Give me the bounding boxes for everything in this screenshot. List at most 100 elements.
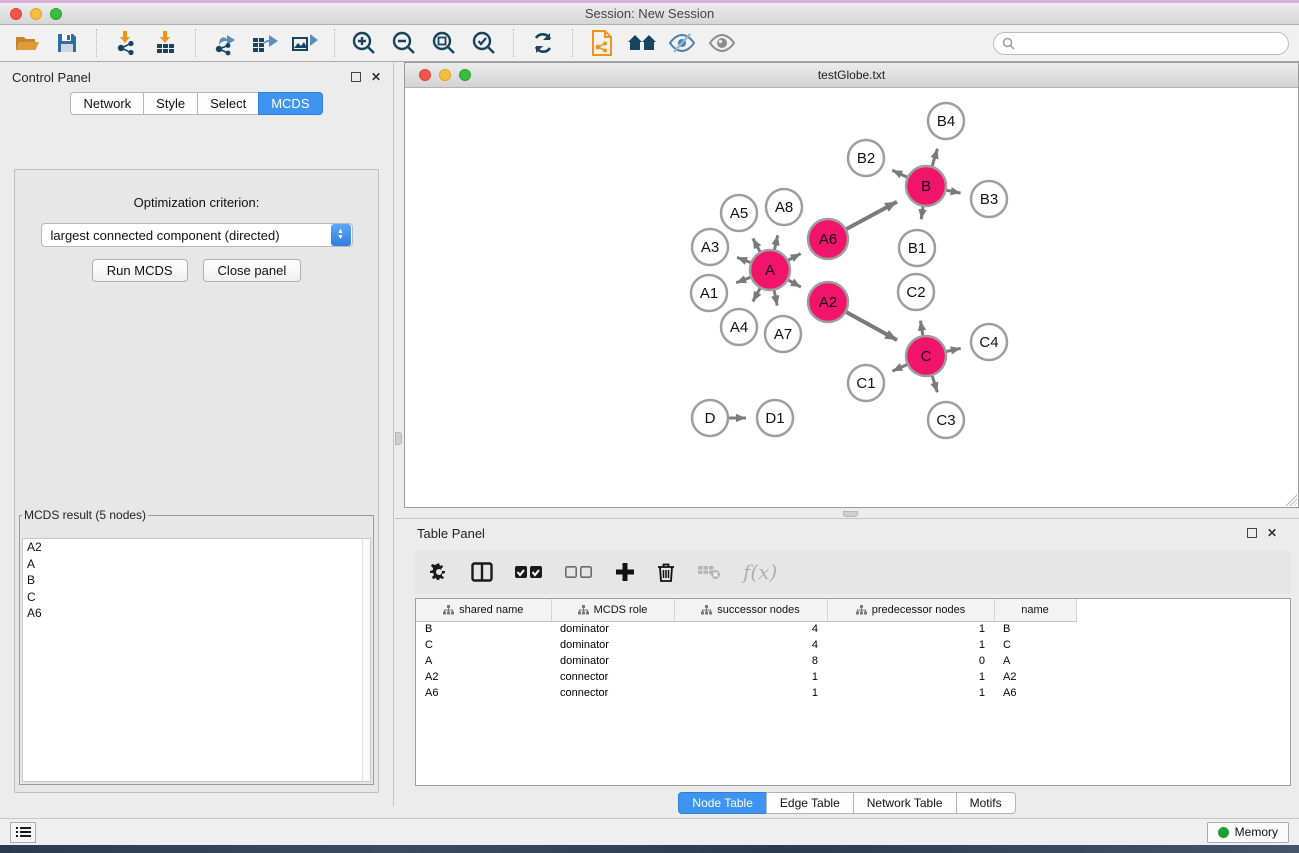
deselect-all-button[interactable] (565, 558, 593, 586)
zoom-network-button[interactable] (459, 69, 471, 81)
close-panel-icon[interactable]: ✕ (371, 71, 381, 83)
memory-button[interactable]: Memory (1207, 822, 1289, 843)
optimization-criterion-select[interactable]: largest connected component (directed) ▲… (41, 223, 353, 247)
table-cell[interactable]: A (994, 653, 1076, 669)
close-window-button[interactable] (10, 8, 22, 20)
mcds-result-list[interactable]: A2ABCA6 (22, 538, 371, 782)
export-image-button[interactable] (288, 28, 322, 58)
float-table-panel-icon[interactable] (1247, 528, 1257, 538)
table-cell[interactable]: dominator (551, 621, 674, 637)
close-table-panel-icon[interactable]: ✕ (1267, 527, 1277, 539)
table-cell[interactable]: A (416, 653, 551, 669)
run-mcds-button[interactable]: Run MCDS (92, 259, 188, 282)
result-item[interactable]: C (23, 589, 370, 606)
minimize-network-button[interactable] (439, 69, 451, 81)
show-all-button[interactable] (705, 28, 739, 58)
column-header-predecessor-nodes[interactable]: predecessor nodes (827, 599, 994, 621)
table-cell[interactable]: dominator (551, 637, 674, 653)
table-cell[interactable]: B (994, 621, 1076, 637)
column-header-shared-name[interactable]: shared name (416, 599, 551, 621)
network-canvas[interactable]: B4B2BB3A5A8A6B1A3AA1C2A2A4A7C4CC1C3DD1 (405, 89, 1298, 507)
column-header-successor-nodes[interactable]: successor nodes (674, 599, 827, 621)
zoom-window-button[interactable] (50, 8, 62, 20)
horizontal-divider-handle[interactable] (843, 511, 858, 517)
float-panel-icon[interactable] (351, 72, 361, 82)
split-table-button[interactable] (471, 558, 493, 586)
tab-select[interactable]: Select (197, 92, 258, 115)
result-list-scrollbar[interactable] (362, 539, 370, 781)
zoom-out-button[interactable] (387, 28, 421, 58)
search-input[interactable] (1019, 36, 1280, 50)
table-cell[interactable]: 4 (674, 637, 827, 653)
node-label-A4: A4 (730, 319, 748, 336)
network-window-titlebar[interactable]: testGlobe.txt (405, 63, 1298, 88)
result-item[interactable]: A (23, 556, 370, 573)
table-cell[interactable]: 1 (674, 685, 827, 701)
import-network-button[interactable] (109, 28, 143, 58)
table-cell[interactable]: 0 (827, 653, 994, 669)
table-cell[interactable]: 1 (827, 669, 994, 685)
duplicate-network-button[interactable] (585, 28, 619, 58)
export-table-button[interactable] (248, 28, 282, 58)
delete-column-button[interactable] (657, 558, 675, 586)
add-column-button[interactable] (615, 558, 635, 586)
tab-style[interactable]: Style (143, 92, 197, 115)
resize-grip-icon[interactable] (1284, 493, 1297, 506)
function-builder-button[interactable]: f(x) (743, 558, 777, 586)
home-button[interactable] (625, 28, 659, 58)
table-settings-button[interactable] (429, 558, 449, 586)
open-session-button[interactable] (10, 28, 44, 58)
tab-edge-table[interactable]: Edge Table (766, 792, 853, 814)
search-box[interactable] (993, 32, 1289, 55)
table-row[interactable]: A6connector11A6 (416, 685, 1076, 701)
zoom-selected-button[interactable] (467, 28, 501, 58)
close-network-button[interactable] (419, 69, 431, 81)
zoom-in-button[interactable] (347, 28, 381, 58)
column-header-MCDS-role[interactable]: MCDS role (551, 599, 674, 621)
import-table-button[interactable] (149, 28, 183, 58)
tab-network[interactable]: Network (70, 92, 143, 115)
column-header-name[interactable]: name (994, 599, 1076, 621)
show-panels-list-button[interactable] (10, 822, 36, 843)
export-network-button[interactable] (208, 28, 242, 58)
result-item[interactable]: A2 (23, 539, 370, 556)
tab-node-table[interactable]: Node Table (678, 792, 766, 814)
table-row[interactable]: Cdominator41C (416, 637, 1076, 653)
node-table[interactable]: shared nameMCDS rolesuccessor nodesprede… (416, 599, 1077, 701)
table-cell[interactable]: connector (551, 685, 674, 701)
tab-motifs[interactable]: Motifs (956, 792, 1016, 814)
table-cell[interactable]: dominator (551, 653, 674, 669)
table-cell[interactable]: B (416, 621, 551, 637)
table-cell[interactable]: A2 (994, 669, 1076, 685)
result-item[interactable]: B (23, 572, 370, 589)
table-cell[interactable]: 1 (827, 685, 994, 701)
result-item[interactable]: A6 (23, 605, 370, 622)
table-cell[interactable]: 4 (674, 621, 827, 637)
refresh-button[interactable] (526, 28, 560, 58)
table-cell[interactable]: 1 (674, 669, 827, 685)
table-cell[interactable]: C (994, 637, 1076, 653)
minimize-window-button[interactable] (30, 8, 42, 20)
network-graph[interactable]: B4B2BB3A5A8A6B1A3AA1C2A2A4A7C4CC1C3DD1 (405, 89, 1297, 507)
vertical-divider-handle[interactable] (395, 432, 402, 445)
table-cell[interactable]: A6 (994, 685, 1076, 701)
table-row[interactable]: Bdominator41B (416, 621, 1076, 637)
tab-network-table[interactable]: Network Table (853, 792, 956, 814)
table-cell[interactable]: 1 (827, 637, 994, 653)
table-row[interactable]: A2connector11A2 (416, 669, 1076, 685)
table-cell[interactable]: A6 (416, 685, 551, 701)
delete-table-button[interactable] (697, 558, 721, 586)
table-row[interactable]: Adominator80A (416, 653, 1076, 669)
table-cell[interactable]: C (416, 637, 551, 653)
table-cell[interactable]: 1 (827, 621, 994, 637)
tab-mcds[interactable]: MCDS (258, 92, 322, 115)
table-cell[interactable]: connector (551, 669, 674, 685)
table-cell[interactable]: 8 (674, 653, 827, 669)
select-all-button[interactable] (515, 558, 543, 586)
attribute-tree-icon (443, 605, 454, 615)
table-cell[interactable]: A2 (416, 669, 551, 685)
save-session-button[interactable] (50, 28, 84, 58)
close-panel-button[interactable]: Close panel (203, 259, 302, 282)
zoom-fit-button[interactable] (427, 28, 461, 58)
hide-selected-button[interactable] (665, 28, 699, 58)
